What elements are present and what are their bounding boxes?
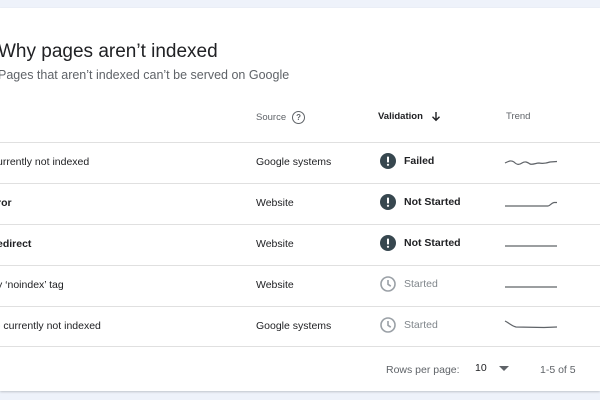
validation-cell: Started (380, 276, 438, 292)
clock-icon (380, 276, 396, 292)
trend-sparkline (505, 245, 557, 247)
reason-cell: - currently not indexed (0, 320, 101, 332)
source-cell: Website (256, 197, 294, 209)
card-title: Why pages aren’t indexed (0, 41, 218, 62)
validation-status: Started (404, 278, 438, 290)
rows-per-page-value: 10 (475, 362, 487, 374)
header-trend: Trend (506, 111, 530, 122)
trend-sparkline (505, 201, 557, 207)
reason-cell: y ‘noindex’ tag (0, 279, 64, 291)
reason-cell: edirect (0, 238, 32, 250)
table-row[interactable]: urrently not indexed Google systems Fail… (0, 142, 600, 183)
header-validation[interactable]: Validation (378, 111, 441, 122)
validation-cell: Not Started (380, 194, 461, 210)
table-row[interactable]: edirect Website Not Started (0, 224, 600, 265)
validation-cell: Failed (380, 153, 434, 169)
trend-sparkline (504, 320, 558, 329)
error-icon (380, 235, 396, 251)
reason-cell: ror (0, 197, 12, 209)
source-cell: Google systems (256, 320, 332, 332)
error-icon (380, 194, 396, 210)
error-icon (380, 153, 396, 169)
trend-sparkline (505, 286, 557, 288)
validation-status: Started (404, 319, 438, 331)
help-icon[interactable]: ? (292, 111, 306, 124)
caret-down-icon (498, 365, 509, 371)
card-subtitle: Pages that aren’t indexed can’t be serve… (0, 68, 290, 82)
reason-cell: urrently not indexed (0, 156, 90, 168)
header-source: Source ? (256, 111, 306, 124)
pagination-range: 1-5 of 5 (540, 364, 576, 376)
rows-per-page-label: Rows per page: (386, 364, 460, 376)
trend-sparkline (504, 160, 558, 165)
header-trend-label: Trend (506, 111, 531, 122)
header-source-label: Source (256, 112, 287, 123)
clock-icon (380, 317, 396, 333)
validation-status: Not Started (404, 237, 461, 249)
arrow-down-icon (431, 112, 440, 122)
source-cell: Website (256, 279, 294, 291)
source-cell: Google systems (256, 156, 332, 168)
rows-per-page-select[interactable]: 10 (475, 362, 509, 374)
table-row[interactable]: ror Website Not Started (0, 183, 600, 224)
source-cell: Website (256, 238, 294, 250)
table-row[interactable]: y ‘noindex’ tag Website Started (0, 265, 600, 306)
validation-status: Failed (404, 155, 435, 167)
header-validation-label: Validation (378, 111, 423, 122)
indexing-card: Why pages aren’t indexed Pages that aren… (0, 8, 600, 391)
table-row[interactable]: - currently not indexed Google systems S… (0, 306, 600, 347)
validation-cell: Started (380, 317, 438, 333)
validation-status: Not Started (404, 196, 461, 208)
validation-cell: Not Started (380, 235, 461, 251)
